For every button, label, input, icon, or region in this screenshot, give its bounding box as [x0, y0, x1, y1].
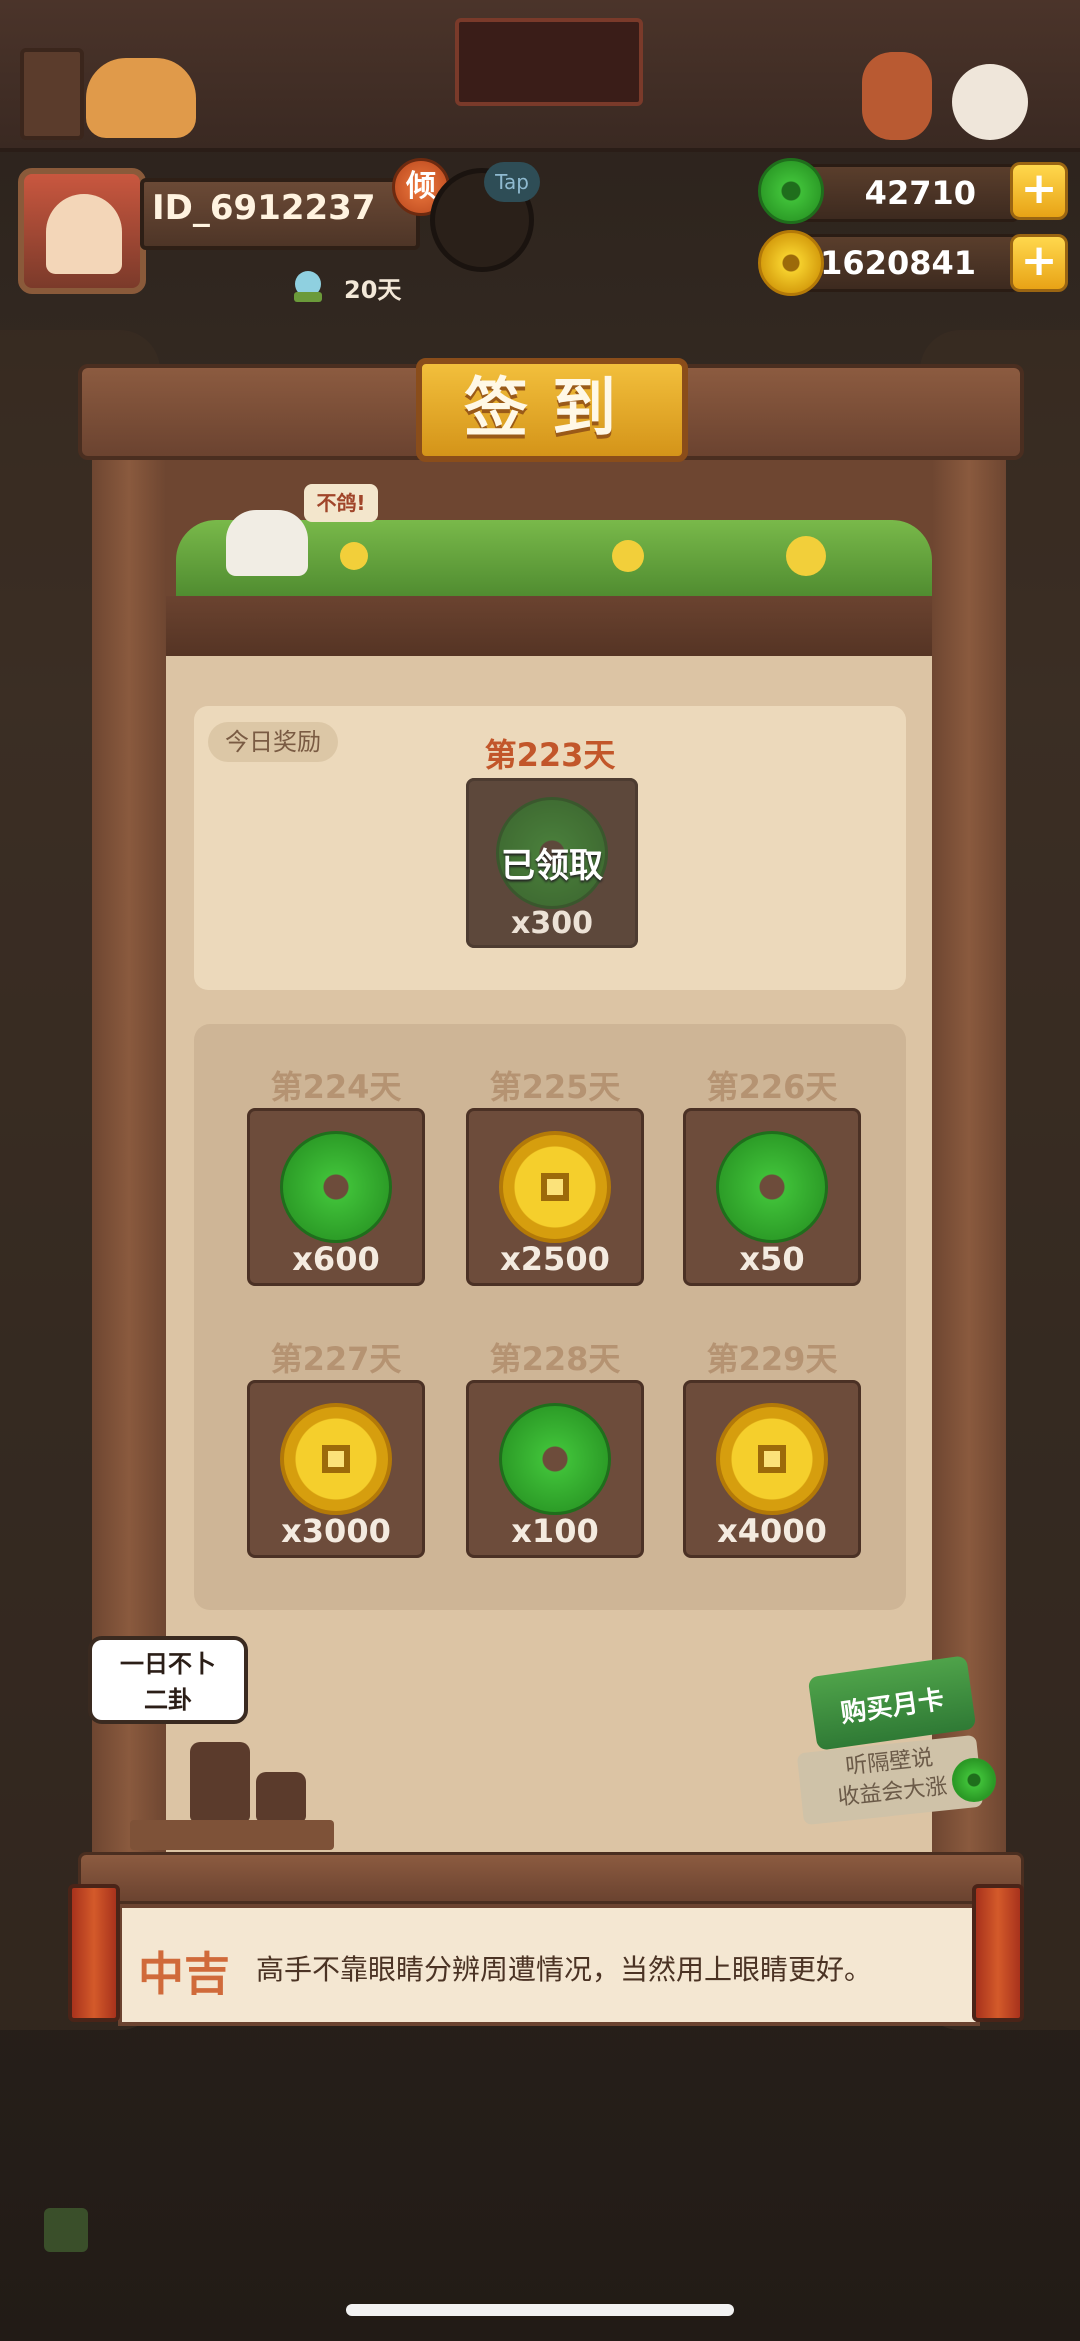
- today-reward-tag: 今日奖励: [208, 722, 338, 762]
- avatar-face-icon: [46, 194, 122, 274]
- frame-lintel: [166, 596, 932, 656]
- reward-qty: x600: [292, 1240, 380, 1278]
- frame-post-right: [932, 420, 1006, 1870]
- reward-qty: x50: [739, 1240, 805, 1278]
- cat-mascot-icon: [86, 58, 196, 138]
- shopkeeper-icon: [862, 52, 932, 140]
- today-day-label: 第223天: [484, 736, 616, 774]
- fortune-level: 中吉: [138, 1947, 230, 2001]
- fortune-rail: [78, 1852, 1024, 1904]
- speech-line-2: 二卦: [144, 1686, 192, 1714]
- bird-mascot-icon: [226, 510, 308, 576]
- add-jade-button[interactable]: +: [1010, 162, 1068, 220]
- jade-sign-icon: [952, 1758, 996, 1802]
- home-indicator[interactable]: [346, 2304, 734, 2316]
- banner-pillar-left: [68, 1884, 120, 2022]
- hanging-portrait-icon: [455, 18, 643, 106]
- jade-reward-icon: [280, 1131, 392, 1243]
- claimed-status: 已领取: [501, 846, 603, 886]
- jade-reward-icon: [499, 1403, 611, 1515]
- jar-decor-icon: [256, 1772, 306, 1822]
- day-label: 第225天: [489, 1068, 621, 1106]
- reward-qty: x100: [511, 1512, 599, 1550]
- banner-pillar-right: [972, 1884, 1024, 2022]
- streak-days: 20天: [344, 276, 402, 304]
- corner-menu-button[interactable]: [44, 2208, 88, 2252]
- coin-balance: 1620841: [820, 244, 976, 282]
- day-label: 第227天: [270, 1340, 402, 1378]
- jade-balance: 42710: [864, 174, 976, 212]
- fortune-text: 高手不靠眼睛分辨周遭情况，当然用上眼睛更好。: [256, 1953, 873, 1986]
- reward-qty: x2500: [500, 1240, 610, 1278]
- shelf: [130, 1820, 334, 1850]
- coin-decor-icon: [612, 540, 644, 572]
- bird-speech-bubble: 不鸽!: [304, 484, 378, 522]
- day-label: 第224天: [270, 1068, 402, 1106]
- fortune-jar-icon[interactable]: [190, 1742, 250, 1822]
- scroll-decor-icon: [20, 48, 84, 140]
- day-label: 第229天: [706, 1340, 838, 1378]
- coin-decor-icon: [786, 536, 826, 576]
- tap-label: Tap: [484, 162, 540, 202]
- day-label: 第226天: [706, 1068, 838, 1106]
- top-decor-bar: [0, 0, 1080, 152]
- today-reward-qty: x300: [511, 906, 593, 941]
- player-id: ID_6912237: [152, 188, 376, 228]
- page-title: 签到: [464, 372, 640, 446]
- streak-icon: [294, 271, 322, 302]
- speech-line-1: 一日不卜: [120, 1650, 216, 1678]
- white-cat-icon: [952, 64, 1028, 140]
- coin-reward-icon: [716, 1403, 828, 1515]
- reward-qty: x3000: [281, 1512, 391, 1550]
- add-coin-button[interactable]: +: [1010, 234, 1068, 292]
- coin-reward-icon: [499, 1131, 611, 1243]
- day-label: 第228天: [489, 1340, 621, 1378]
- coin-reward-icon: [280, 1403, 392, 1515]
- player-avatar[interactable]: [18, 168, 146, 294]
- fortune-speech-bubble: 一日不卜 二卦: [88, 1636, 248, 1724]
- coin-decor-icon: [340, 542, 368, 570]
- jade-reward-icon: [716, 1131, 828, 1243]
- reward-qty: x4000: [717, 1512, 827, 1550]
